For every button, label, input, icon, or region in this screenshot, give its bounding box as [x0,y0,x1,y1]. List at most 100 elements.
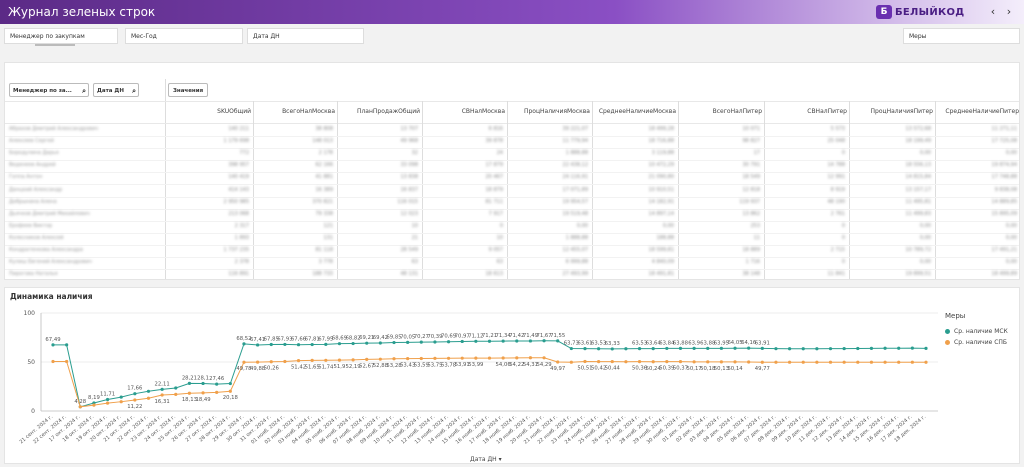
page-title: Журнал зеленых строк [8,5,156,19]
table-cell: 48 131 [400,271,419,278]
table-cell: 15 895,09 [991,210,1017,217]
data-point [556,360,560,364]
table-cell: 16 837 [400,186,419,193]
data-point [787,360,792,364]
table-cell: 0,00 [919,150,931,157]
table-cell: 0,00 [919,234,931,241]
data-label: 63,9 [688,340,700,346]
table-cell: 81 118 [315,247,334,253]
data-point [678,346,683,350]
data-point [651,360,655,364]
column-header[interactable]: СВНалПитер [765,108,847,115]
data-point [869,346,874,350]
values-button[interactable]: Значения [168,83,209,97]
column-header[interactable]: ВсегоНалПитер [680,108,762,115]
filter-month-year[interactable]: Мес-Год [125,28,243,44]
table-cell: 38 148 [742,271,761,278]
data-point [692,360,696,364]
data-point [624,347,628,351]
chevron-left-icon[interactable]: ‹ [987,6,999,18]
table-cell: 1 888,88 [565,150,588,157]
search-manager[interactable]: Менеджер по за... ⌕ [9,83,89,97]
table-row-label[interactable]: Дьячков Дмитрий Михайлович [9,211,90,217]
table-row-label[interactable]: Колесников Алексей [9,235,64,241]
column-header[interactable]: SKUОбщий [169,108,251,115]
column-header[interactable]: СВНалМосква [423,108,505,115]
data-point [324,342,328,347]
table-cell: 17 748,88 [991,174,1017,181]
chevron-right-icon[interactable]: › [1003,6,1015,18]
data-point [160,387,164,391]
filter-measures[interactable]: Меры [903,28,1020,44]
legend-item-spb[interactable]: Ср. наличие СПБ [945,339,1007,346]
data-point [187,391,192,395]
data-point [378,357,382,361]
data-point [65,343,69,347]
table-cell: 10 071 [742,126,761,132]
filter-date[interactable]: Дата ДН [247,28,364,44]
table-cell: 9 838,08 [994,186,1017,193]
filter-manager[interactable]: Менеджер по закупкам [4,28,118,46]
search-date[interactable]: Дата ДН ⌕ [93,83,139,97]
data-point [883,346,887,350]
column-header[interactable]: СреднееНаличиеПитер [937,108,1019,115]
table-row-label[interactable]: Пирогова Наталья [9,271,57,277]
data-point [392,357,396,361]
table-row-label[interactable]: Гоппа Антон [9,174,42,180]
table-cell: 81 711 [485,198,504,205]
table-cell: 21 [411,234,418,241]
table-row-label[interactable]: Ерофеев Виктор [9,223,52,229]
table-row-label[interactable]: Данцкий Александр [9,187,62,193]
table-cell: 18 716,88 [648,138,674,145]
column-header[interactable]: ПланПродажОбщий [338,108,420,115]
divider [935,101,936,279]
data-point [528,356,533,360]
data-point [283,342,287,347]
table-cell: 13 157,17 [905,186,931,193]
table-row-label[interactable]: Абрахов Дмитрий Александрович [9,126,98,132]
data-point [569,360,573,364]
data-point [146,389,151,393]
data-point [856,360,860,364]
table-row-label[interactable]: Добрынина Алена [9,199,57,205]
pivot-table: Менеджер по за... ⌕ Дата ДН ⌕ Значения S… [4,62,1020,280]
data-point [733,346,737,350]
table-cell: 10 910,51 [648,186,674,193]
data-label: 28,1 [197,375,209,381]
data-label: 63,33 [605,341,620,347]
table-cell: 63 [411,259,418,266]
table-cell: 12 023 [400,210,419,217]
table-row-label[interactable]: Кулиш Евгений Александрович [9,259,92,265]
table-cell: 1 893 [234,234,249,241]
divider [5,232,1019,234]
table-cell: 13 572,68 [905,126,931,132]
table-row-label[interactable]: Веденеев Андрей [9,162,56,168]
x-axis-title-text: Дата ДН [470,456,497,463]
table-cell: 13 707 [400,126,419,132]
table-cell: 0 [841,150,845,157]
table-cell: 18 556,13 [905,162,931,169]
data-point [174,386,178,390]
table-row-label[interactable]: Бородулина Дарья [9,150,59,156]
data-label: 49,77 [755,366,770,372]
legend-dot-msk [945,329,950,334]
x-axis-title[interactable]: Дата ДН ▾ [470,456,502,463]
table-cell: 28 549 [400,247,419,253]
column-header[interactable]: ПроцНаличияМосква [508,108,590,115]
data-point [269,360,273,364]
table-cell: 17 879 [485,162,504,169]
column-header[interactable]: ВсегоНалМосква [253,108,335,115]
data-point [242,342,246,346]
data-point [187,381,192,385]
table-row-label[interactable]: Алексеев Сергей [9,138,54,144]
table-cell: 41 881 [315,174,334,181]
table-row-label[interactable]: Кондратенкова Александра [9,247,83,253]
data-point [828,360,833,364]
legend-item-msk[interactable]: Ср. наличие МСК [945,328,1008,335]
table-cell: 0 [841,222,845,229]
column-header[interactable]: СреднееНаличиеМосква [594,108,676,115]
table-cell: 49 968 [400,138,419,145]
column-header[interactable]: ПроцНаличияПитер [851,108,933,115]
table-cell: 772 [239,150,249,157]
table-cell: 63 [496,259,503,266]
